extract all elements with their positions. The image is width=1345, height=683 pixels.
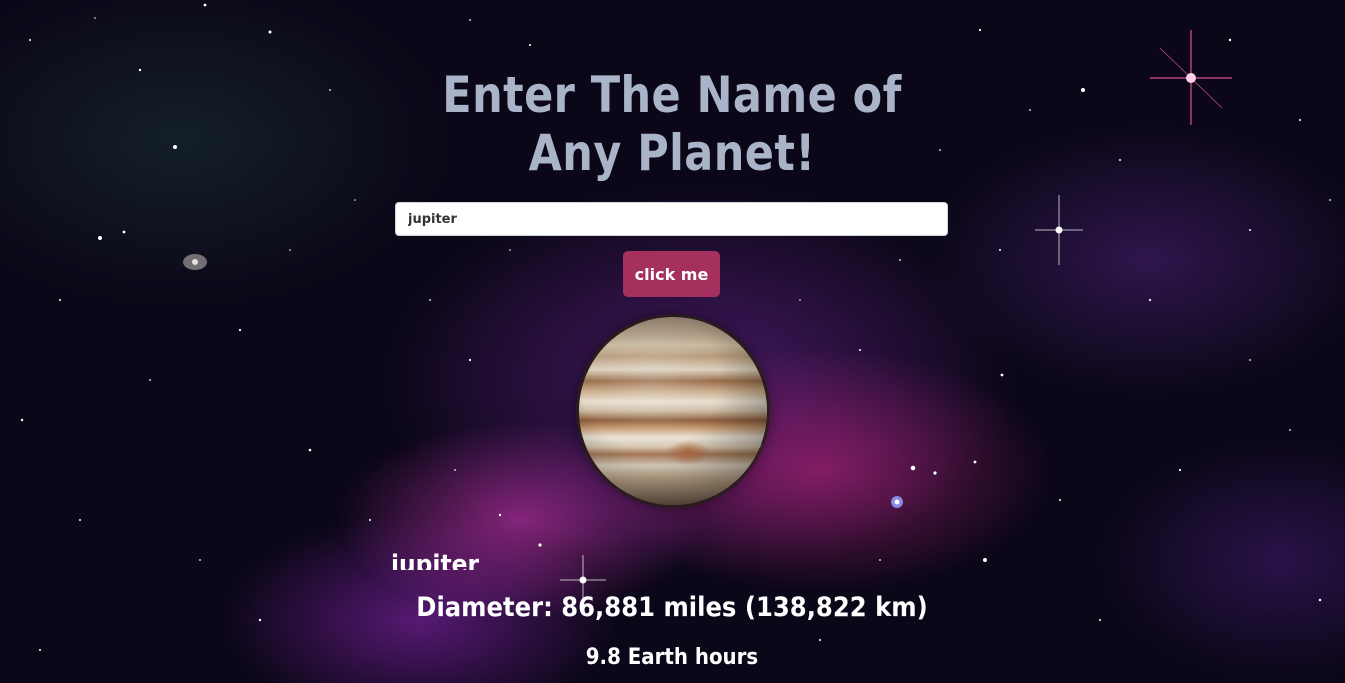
planet-name-label: jupiter <box>391 550 480 570</box>
planet-shading <box>579 317 767 505</box>
planet-diameter-text: Diameter: 86,881 miles (138,822 km) <box>416 592 928 623</box>
click-me-button[interactable]: click me <box>623 251 720 297</box>
jupiter-planet-image <box>579 317 767 505</box>
planet-name-input[interactable] <box>395 202 948 236</box>
page-title: Enter The Name of Any Planet! <box>442 66 902 182</box>
planet-day-length-text: 9.8 Earth hours <box>585 645 759 670</box>
